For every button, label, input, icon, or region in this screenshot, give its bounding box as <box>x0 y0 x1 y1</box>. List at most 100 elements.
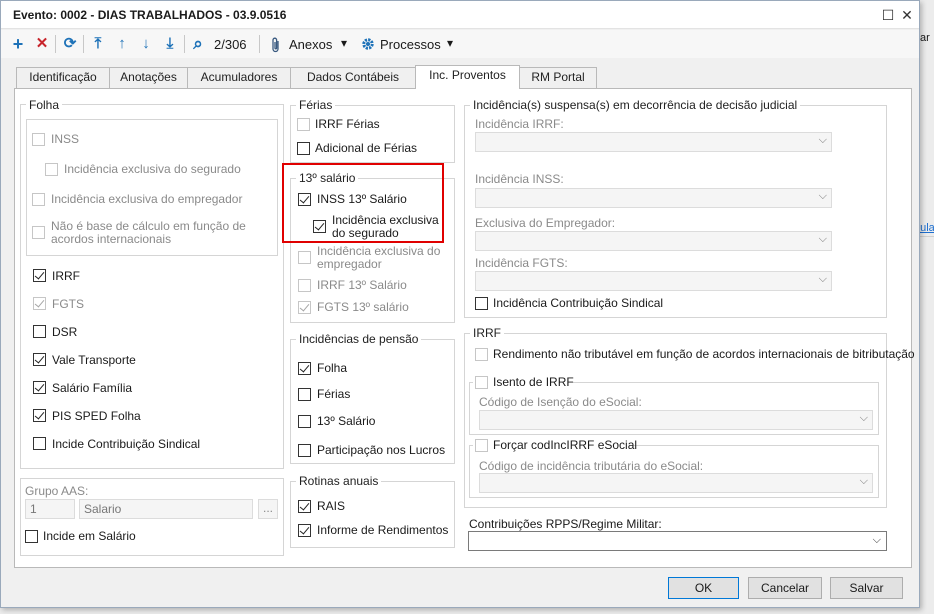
fgts-checkbox[interactable] <box>33 297 46 310</box>
search-icon[interactable]: ⌕ <box>189 34 207 54</box>
group-title: IRRF <box>470 326 504 340</box>
processes-menu[interactable]: Processos <box>380 37 441 52</box>
toolbar: + ✕ ⟳ ⤒ ↑ ↓ ⤓ ⌕ 2/306 Anexos ▾ Processos… <box>1 30 919 58</box>
pensao-13-checkbox[interactable] <box>298 415 311 428</box>
pensao-folha-checkbox[interactable] <box>298 362 311 375</box>
record-counter: 2/306 <box>214 37 247 52</box>
close-icon[interactable]: ✕ <box>899 7 915 23</box>
toolbar-separator <box>55 35 56 53</box>
ok-button[interactable]: OK <box>668 577 739 599</box>
attachments-menu[interactable]: Anexos <box>289 37 332 52</box>
pensao-plr-checkbox[interactable] <box>298 444 311 457</box>
contrib-sindical-checkbox[interactable] <box>33 437 46 450</box>
suspensa-inss-select[interactable]: ⌵ <box>475 188 832 208</box>
suspensa-empregador-select[interactable]: ⌵ <box>475 231 832 251</box>
tab-inc-proventos[interactable]: Inc. Proventos <box>415 65 520 89</box>
title-bar: Evento: 0002 - DIAS TRABALHADOS - 03.9.0… <box>1 1 919 29</box>
tab-identificacao[interactable]: Identificação <box>16 67 110 88</box>
incide-salario-checkbox[interactable] <box>25 530 38 543</box>
rendimento-checkbox[interactable] <box>475 348 488 361</box>
salario-familia-checkbox[interactable] <box>33 381 46 394</box>
tab-acumuladores[interactable]: Acumuladores <box>187 67 291 88</box>
prev-record-icon[interactable]: ↑ <box>113 34 131 54</box>
isento-label: Isento de IRRF <box>493 375 574 389</box>
rais-checkbox[interactable] <box>298 500 311 513</box>
inss-13-empregador-label: Incidência exclusiva do <box>317 244 441 258</box>
group-title: Incidência(s) suspensa(s) em decorrência… <box>470 98 801 112</box>
codigo-incidencia-select[interactable]: ⌵ <box>479 473 873 493</box>
last-record-icon[interactable]: ⤓ <box>161 34 179 54</box>
inss-13-empregador-checkbox[interactable] <box>298 251 311 264</box>
fgts-label: FGTS <box>52 297 84 311</box>
grupo-aas-lookup-button[interactable]: ... <box>258 499 278 519</box>
chevron-down-icon: ⌵ <box>818 190 827 202</box>
group-title: Férias <box>296 98 336 112</box>
dsr-label: DSR <box>52 325 78 339</box>
inss-empregador-checkbox[interactable] <box>32 193 45 206</box>
chevron-down-icon: ⌵ <box>872 534 881 546</box>
nao-base-checkbox[interactable] <box>32 226 45 239</box>
chevron-down-icon: ⌵ <box>818 273 827 285</box>
cancel-button[interactable]: Cancelar <box>748 577 822 599</box>
fgts-13-label: FGTS 13º salário <box>317 300 409 314</box>
forcar-label: Forçar codIncIRRF eSocial <box>493 438 638 452</box>
gear-icon[interactable] <box>361 37 375 51</box>
irrf-ferias-checkbox[interactable] <box>297 118 310 131</box>
pensao-13-label: 13º Salário <box>317 414 376 428</box>
chevron-down-icon: ⌵ <box>818 134 827 146</box>
nao-base-label: Não é base de cálculo em função de <box>51 219 246 233</box>
bg-divider <box>920 236 934 237</box>
suspensa-sindical-checkbox[interactable] <box>475 297 488 310</box>
dsr-checkbox[interactable] <box>33 325 46 338</box>
grupo-aas-code-field[interactable]: 1 <box>25 499 75 519</box>
chevron-down-icon[interactable]: ▾ <box>447 36 453 50</box>
informe-checkbox[interactable] <box>298 524 311 537</box>
event-dialog: Evento: 0002 - DIAS TRABALHADOS - 03.9.0… <box>0 0 920 608</box>
chevron-down-icon: ⌵ <box>859 412 868 424</box>
suspensa-irrf-label: Incidência IRRF: <box>475 117 564 131</box>
save-button[interactable]: Salvar <box>830 577 903 599</box>
inss-empregador-label: Incidência exclusiva do empregador <box>51 192 243 206</box>
adicional-ferias-checkbox[interactable] <box>297 142 310 155</box>
forcar-checkbox[interactable] <box>475 439 488 452</box>
toolbar-separator <box>83 35 84 53</box>
paperclip-icon[interactable] <box>271 37 281 53</box>
pensao-folha-label: Folha <box>317 361 348 375</box>
refresh-icon[interactable]: ⟳ <box>61 34 79 54</box>
delete-icon[interactable]: ✕ <box>33 34 51 54</box>
group-title: Incidências de pensão <box>296 332 422 346</box>
tab-anotacoes[interactable]: Anotações <box>109 67 188 88</box>
tab-dados-contabeis[interactable]: Dados Contábeis <box>290 67 416 88</box>
suspensa-irrf-select[interactable]: ⌵ <box>475 132 832 152</box>
isento-checkbox[interactable] <box>475 376 488 389</box>
window-title: Evento: 0002 - DIAS TRABALHADOS - 03.9.0… <box>13 8 287 22</box>
suspensa-empregador-label: Exclusiva do Empregador: <box>475 216 616 230</box>
first-record-icon[interactable]: ⤒ <box>89 34 107 54</box>
contribuicoes-select[interactable]: ⌵ <box>468 531 887 551</box>
inss-segurado-checkbox[interactable] <box>45 163 58 176</box>
pensao-plr-label: Participação nos Lucros <box>317 443 446 457</box>
chevron-down-icon[interactable]: ▾ <box>341 36 347 50</box>
add-icon[interactable]: + <box>9 34 27 54</box>
chevron-down-icon: ⌵ <box>818 233 827 245</box>
pensao-ferias-checkbox[interactable] <box>298 388 311 401</box>
irrf-13-checkbox[interactable] <box>298 279 311 292</box>
codigo-isencao-select[interactable]: ⌵ <box>479 410 873 430</box>
irrf-checkbox[interactable] <box>33 269 46 282</box>
restore-icon[interactable]: ☐ <box>880 7 896 23</box>
vale-transporte-checkbox[interactable] <box>33 353 46 366</box>
next-record-icon[interactable]: ↓ <box>137 34 155 54</box>
inss-label: INSS <box>51 132 80 146</box>
toolbar-separator <box>184 35 185 53</box>
pis-sped-checkbox[interactable] <box>33 409 46 422</box>
bg-text: ar <box>920 32 930 44</box>
suspensa-fgts-select[interactable]: ⌵ <box>475 271 832 291</box>
grupo-aas-name-field[interactable]: Salario <box>79 499 253 519</box>
tab-rm-portal[interactable]: RM Portal <box>519 67 597 88</box>
rais-label: RAIS <box>317 499 346 513</box>
fgts-13-checkbox[interactable] <box>298 301 311 314</box>
toolbar-separator <box>259 35 260 53</box>
inss-checkbox[interactable] <box>32 133 45 146</box>
chevron-down-icon: ⌵ <box>859 475 868 487</box>
codigo-incidencia-label: Código de incidência tributária do eSoci… <box>479 459 704 473</box>
